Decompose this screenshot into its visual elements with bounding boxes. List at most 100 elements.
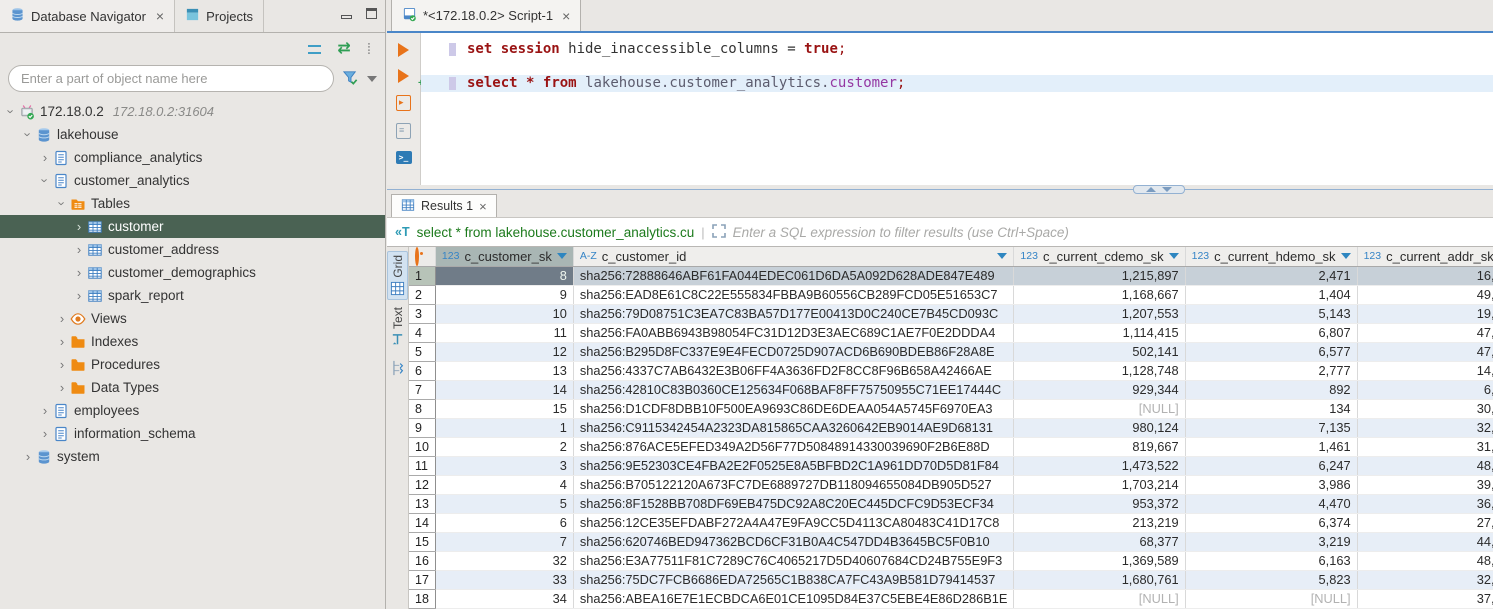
expand-filter-icon[interactable]	[712, 224, 726, 241]
chevron-down-icon[interactable]: ›	[4, 105, 19, 119]
minimize-icon[interactable]	[341, 15, 352, 19]
cell-c_current_hdemo_sk[interactable]: 6,247	[1185, 456, 1357, 475]
row-number[interactable]: 18	[409, 589, 435, 608]
cell-c_customer_id[interactable]: sha256:876ACE5EFED349A2D56F77D5084891433…	[573, 437, 1014, 456]
chevron-down-icon[interactable]: ›	[55, 197, 70, 211]
cell-c_customer_sk[interactable]: 32	[435, 551, 573, 570]
cell-c_current_addr_sk[interactable]: 14,00	[1357, 361, 1493, 380]
cell-c_customer_id[interactable]: sha256:72888646ABF61FA044EDEC061D6DA5A09…	[573, 266, 1014, 285]
cell-c_customer_id[interactable]: sha256:79D08751C3EA7C83BA57D177E00413D0C…	[573, 304, 1014, 323]
cell-c_customer_id[interactable]: sha256:D1CDF8DBB10F500EA9693C86DE6DEAA05…	[573, 399, 1014, 418]
cell-c_customer_id[interactable]: sha256:B295D8FC337E9E4FECD0725D907ACD6B6…	[573, 342, 1014, 361]
close-icon[interactable]: ×	[562, 8, 570, 24]
row-number[interactable]: 9	[409, 418, 435, 437]
column-header-c_current_hdemo_sk[interactable]: 123c_current_hdemo_sk	[1185, 247, 1357, 266]
cell-c_current_hdemo_sk[interactable]: 1,404	[1185, 285, 1357, 304]
cell-c_current_hdemo_sk[interactable]: 2,471	[1185, 266, 1357, 285]
cell-c_current_hdemo_sk[interactable]: 2,777	[1185, 361, 1357, 380]
collapse-down-icon[interactable]	[1162, 187, 1172, 192]
filter-funnel-icon[interactable]	[342, 69, 359, 89]
cell-c_current_addr_sk[interactable]: 31,65	[1357, 437, 1493, 456]
cell-c_current_addr_sk[interactable]: 6,44	[1357, 380, 1493, 399]
cell-c_customer_id[interactable]: sha256:75DC7FCB6686EDA72565C1B838CA7FC43…	[573, 570, 1014, 589]
tree-item-views[interactable]: ›Views	[0, 307, 385, 330]
cell-c_customer_sk[interactable]: 33	[435, 570, 573, 589]
cell-c_current_addr_sk[interactable]: 49,38	[1357, 285, 1493, 304]
grid-corner-cell[interactable]	[409, 247, 435, 266]
tree-item-compliance-analytics[interactable]: ›compliance_analytics	[0, 146, 385, 169]
cell-c_customer_sk[interactable]: 10	[435, 304, 573, 323]
cell-c_current_cdemo_sk[interactable]: 1,114,415	[1014, 323, 1185, 342]
tree-item-spark-report[interactable]: ›spark_report	[0, 284, 385, 307]
maximize-icon[interactable]	[366, 8, 377, 19]
view-menu-icon[interactable]: ⁞	[367, 42, 371, 57]
chevron-down-icon[interactable]	[367, 76, 377, 82]
cell-c_current_addr_sk[interactable]: 30,46	[1357, 399, 1493, 418]
chevron-right-icon[interactable]: ›	[72, 265, 86, 280]
tree-item-tables[interactable]: ›Tables	[0, 192, 385, 215]
tree-item-indexes[interactable]: ›Indexes	[0, 330, 385, 353]
cell-c_customer_id[interactable]: sha256:C9115342454A2323DA815865CAA326064…	[573, 418, 1014, 437]
cell-c_current_cdemo_sk[interactable]: 213,219	[1014, 513, 1185, 532]
tree-item-information-schema[interactable]: ›information_schema	[0, 422, 385, 445]
explain-plan-icon[interactable]	[396, 123, 411, 139]
cell-c_current_addr_sk[interactable]: 32,43	[1357, 570, 1493, 589]
link-with-editor-icon[interactable]: ⇄	[337, 41, 350, 57]
cell-c_current_hdemo_sk[interactable]: 892	[1185, 380, 1357, 399]
cell-c_customer_sk[interactable]: 14	[435, 380, 573, 399]
value-panel-toggle-icon[interactable]	[390, 360, 405, 379]
cell-c_customer_sk[interactable]: 6	[435, 513, 573, 532]
cell-c_current_cdemo_sk[interactable]: 1,128,748	[1014, 361, 1185, 380]
row-number[interactable]: 6	[409, 361, 435, 380]
cell-c_customer_sk[interactable]: 8	[435, 266, 573, 285]
cell-c_customer_sk[interactable]: 2	[435, 437, 573, 456]
cell-c_current_addr_sk[interactable]: 16,59	[1357, 266, 1493, 285]
chevron-right-icon[interactable]: ›	[38, 403, 52, 418]
cell-c_customer_sk[interactable]: 13	[435, 361, 573, 380]
cell-c_current_cdemo_sk[interactable]: 68,377	[1014, 532, 1185, 551]
column-header-c_customer_sk[interactable]: 123c_customer_sk	[435, 247, 573, 266]
cell-c_current_cdemo_sk[interactable]: 980,124	[1014, 418, 1185, 437]
column-header-c_current_cdemo_sk[interactable]: 123c_current_cdemo_sk	[1014, 247, 1185, 266]
cell-c_customer_sk[interactable]: 1	[435, 418, 573, 437]
row-number[interactable]: 7	[409, 380, 435, 399]
cell-c_customer_id[interactable]: sha256:B705122120A673FC7DE6889727DB11809…	[573, 475, 1014, 494]
chevron-right-icon[interactable]: ›	[55, 380, 69, 395]
cell-c_current_hdemo_sk[interactable]: 1,461	[1185, 437, 1357, 456]
sql-console-icon[interactable]: >_	[396, 151, 412, 164]
cell-c_current_cdemo_sk[interactable]: 953,372	[1014, 494, 1185, 513]
tree-item-customer-address[interactable]: ›customer_address	[0, 238, 385, 261]
column-header-c_customer_id[interactable]: A-Zc_customer_id	[573, 247, 1014, 266]
column-header-c_current_addr_sk[interactable]: 123c_current_addr_sk	[1357, 247, 1493, 266]
chevron-right-icon[interactable]: ›	[72, 219, 86, 234]
cell-c_current_cdemo_sk[interactable]: [NULL]	[1014, 399, 1185, 418]
cell-c_current_addr_sk[interactable]: 47,36	[1357, 342, 1493, 361]
cell-c_customer_sk[interactable]: 9	[435, 285, 573, 304]
cell-c_customer_id[interactable]: sha256:FA0ABB6943B98054FC31D12D3E3AEC689…	[573, 323, 1014, 342]
chevron-right-icon[interactable]: ›	[72, 288, 86, 303]
row-number[interactable]: 10	[409, 437, 435, 456]
cell-c_customer_id[interactable]: sha256:12CE35EFDABF272A4A47E9FA9CC5D4113…	[573, 513, 1014, 532]
cell-c_current_hdemo_sk[interactable]: 5,143	[1185, 304, 1357, 323]
tree-item-customer[interactable]: ›customer	[0, 215, 385, 238]
cell-c_customer_id[interactable]: sha256:42810C83B0360CE125634F068BAF8FF75…	[573, 380, 1014, 399]
row-number[interactable]: 16	[409, 551, 435, 570]
cell-c_customer_sk[interactable]: 15	[435, 399, 573, 418]
filter-type-icon[interactable]: «T	[395, 225, 410, 239]
tab-projects[interactable]: Projects	[175, 0, 264, 32]
cell-c_current_cdemo_sk[interactable]: 1,207,553	[1014, 304, 1185, 323]
collapse-all-icon[interactable]	[308, 45, 321, 54]
tree-item-172-18-0-2[interactable]: ›172.18.0.2172.18.0.2:31604	[0, 100, 385, 123]
row-number[interactable]: 1	[409, 266, 435, 285]
cell-c_current_hdemo_sk[interactable]: 6,577	[1185, 342, 1357, 361]
cell-c_customer_sk[interactable]: 7	[435, 532, 573, 551]
cell-c_current_cdemo_sk[interactable]: 1,168,667	[1014, 285, 1185, 304]
close-icon[interactable]: ×	[479, 199, 487, 214]
row-number[interactable]: 5	[409, 342, 435, 361]
collapse-up-icon[interactable]	[1146, 187, 1156, 192]
chevron-right-icon[interactable]: ›	[38, 150, 52, 165]
cell-c_current_cdemo_sk[interactable]: 1,680,761	[1014, 570, 1185, 589]
tree-item-customer-demographics[interactable]: ›customer_demographics	[0, 261, 385, 284]
tree-item-employees[interactable]: ›employees	[0, 399, 385, 422]
cell-c_current_addr_sk[interactable]: 27,08	[1357, 513, 1493, 532]
